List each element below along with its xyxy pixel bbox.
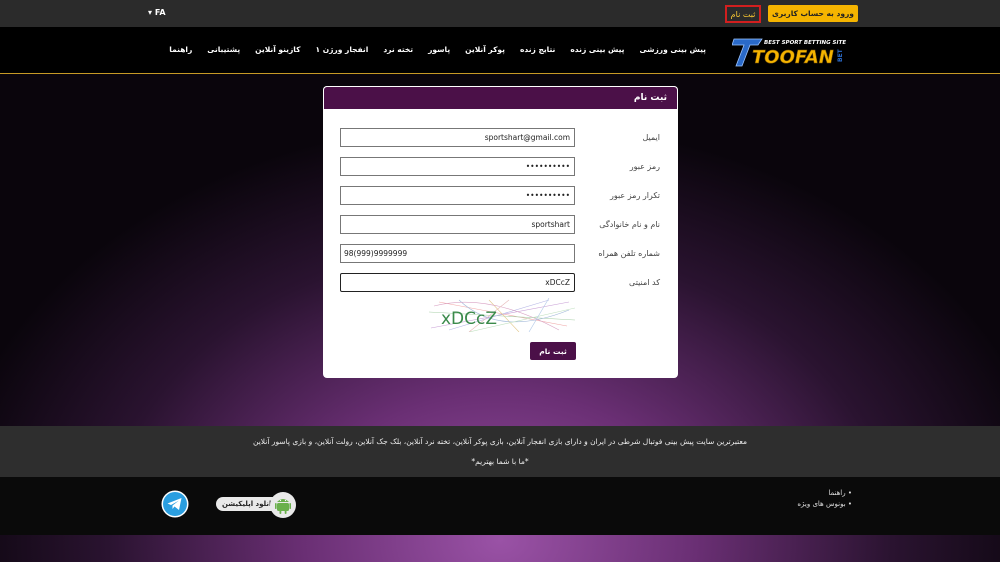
- password-row: رمز عبور: [340, 157, 660, 177]
- description-strip: معتبرترین سایت پیش بینی فوتبال شرطی در ا…: [0, 426, 1000, 477]
- nav-item-pasur[interactable]: پاسور: [428, 45, 450, 54]
- email-field[interactable]: [340, 128, 575, 147]
- footer-link-help[interactable]: • راهنما: [790, 489, 852, 497]
- email-row: ایمیل: [340, 128, 660, 148]
- password-repeat-field[interactable]: [340, 186, 575, 205]
- footer: • راهنما • بونوس های ویژه: [0, 477, 1000, 535]
- telegram-icon[interactable]: [161, 490, 189, 518]
- language-selector[interactable]: ▾ FA: [148, 8, 166, 17]
- password-label: رمز عبور: [629, 162, 660, 171]
- register-card: ثبت نام ایمیل رمز عبور تکرار رمز عبور نا…: [323, 86, 678, 378]
- captcha-image: xDCcZ: [429, 298, 575, 332]
- submit-register-button[interactable]: ثبت نام: [530, 342, 576, 360]
- captcha-field[interactable]: [340, 273, 575, 292]
- android-icon: [270, 492, 296, 518]
- password-repeat-row: تکرار رمز عبور: [340, 186, 660, 206]
- phone-row: شماره تلفن همراه: [340, 244, 660, 264]
- nav-item-online-casino[interactable]: کازینو آنلاین: [255, 45, 300, 54]
- phone-field[interactable]: [340, 244, 575, 263]
- language-label: FA: [154, 8, 166, 17]
- email-label: ایمیل: [642, 133, 660, 142]
- phone-label: شماره تلفن همراه: [598, 249, 660, 258]
- nav-item-online-poker[interactable]: پوکر آنلاین: [465, 45, 505, 54]
- footer-link-bonuses[interactable]: • بونوس های ویژه: [790, 500, 852, 508]
- nav-item-live-results[interactable]: نتایج زنده: [520, 45, 555, 54]
- register-button[interactable]: ثبت نام: [725, 5, 761, 23]
- fullname-field[interactable]: [340, 215, 575, 234]
- site-description: معتبرترین سایت پیش بینی فوتبال شرطی در ا…: [253, 437, 747, 446]
- toofan-logo[interactable]: BEST SPORT BETTING SITE TOOFAN BET: [732, 36, 850, 68]
- download-app-button[interactable]: دانلود اپلیکیشن: [216, 492, 296, 518]
- fullname-label: نام و نام خانوادگی: [599, 220, 660, 229]
- logo-tagline: BEST SPORT BETTING SITE: [764, 40, 846, 46]
- login-button[interactable]: ورود به حساب کاربری: [768, 5, 858, 22]
- nav-item-sports-prediction[interactable]: پیش بینی ورزشی: [640, 45, 707, 54]
- password-repeat-label: تکرار رمز عبور: [610, 191, 660, 200]
- footer-links: • راهنما • بونوس های ویژه: [790, 489, 852, 511]
- captcha-label: کد امنیتی: [629, 278, 660, 287]
- site-slogan: *ما با شما بهتریم*: [471, 457, 529, 466]
- nav-item-support[interactable]: پشتیبانی: [207, 45, 240, 54]
- fullname-row: نام و نام خانوادگی: [340, 215, 660, 235]
- password-field[interactable]: [340, 157, 575, 176]
- nav-item-help[interactable]: راهنما: [169, 45, 192, 54]
- main-navbar: پیش بینی ورزشی پیش بینی زنده نتایج زنده …: [0, 27, 1000, 74]
- captcha-row: کد امنیتی: [340, 273, 660, 293]
- caret-down-icon: ▾: [148, 8, 153, 17]
- card-title: ثبت نام: [323, 86, 678, 110]
- top-bar: ▾ FA ثبت نام ورود به حساب کاربری: [0, 0, 1000, 27]
- nav-item-live-prediction[interactable]: پیش بینی زنده: [570, 45, 624, 54]
- nav-item-crash-v1[interactable]: انفجار ورژن ۱: [316, 45, 369, 54]
- nav-item-backgammon[interactable]: تخته نرد: [383, 45, 413, 54]
- logo-suffix: BET: [837, 48, 844, 62]
- logo-brand: TOOFAN: [752, 47, 834, 68]
- captcha-image-text: xDCcZ: [441, 309, 497, 329]
- main-nav: پیش بینی ورزشی پیش بینی زنده نتایج زنده …: [169, 45, 706, 54]
